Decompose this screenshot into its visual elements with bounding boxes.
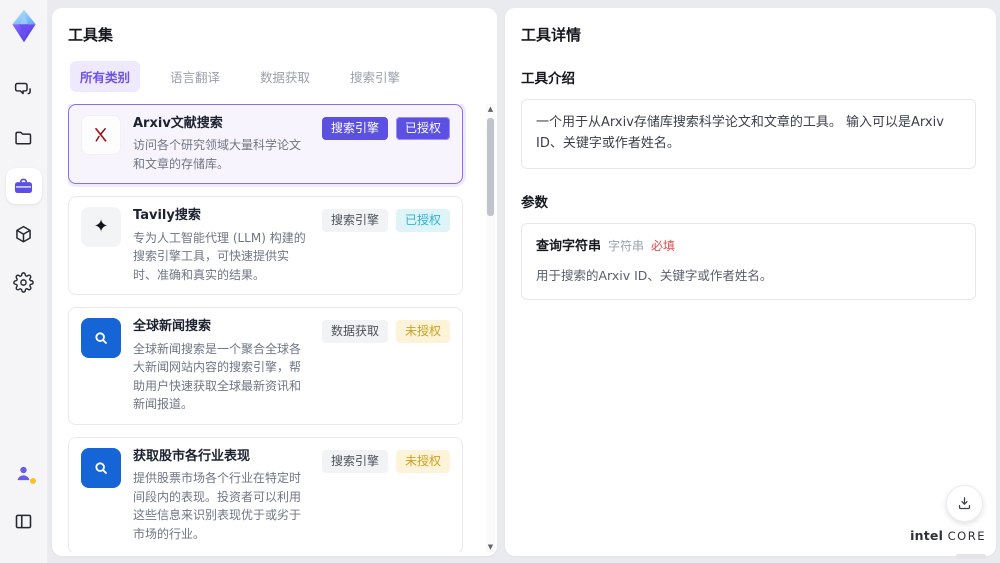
param-required-badge: 必填 (651, 238, 676, 253)
app-logo (6, 8, 42, 44)
left-rail (0, 0, 48, 563)
download-icon (958, 497, 971, 510)
tab-category-3[interactable]: 搜索引擎 (340, 61, 410, 92)
intro-text: 一个用于从Arxiv存储库搜索科学论文和文章的工具。 输入可以是Arxiv ID… (536, 115, 944, 151)
intro-heading: 工具介绍 (521, 71, 575, 87)
tool-list: Arxiv文献搜索 访问各个研究领域大量科学论文和文章的存储库。 搜索引擎 已授权 ✦ T… (68, 104, 483, 552)
search-blue-icon (81, 318, 121, 359)
param-name: 查询字符串 (536, 238, 602, 254)
tool-description: 访问各个研究领域大量科学论文和文章的存储库。 (133, 138, 302, 171)
gear-icon (13, 271, 34, 293)
tab-category-2[interactable]: 数据获取 (250, 61, 320, 92)
scroll-up-arrow[interactable]: ▲ (486, 104, 495, 114)
tool-category-badge: 搜索引擎 (321, 117, 388, 140)
page-title: 工具集 (68, 26, 114, 44)
chat-icon (14, 82, 31, 94)
tool-card[interactable]: 获取股市各行业表现提供股票市场各个行业在特定时间段内的表现。投资者可以利用这些信… (68, 436, 463, 552)
tool-category-badge: 搜索引擎 (321, 209, 388, 233)
intro-box: 一个用于从Arxiv存储库搜索科学论文和文章的工具。 输入可以是Arxiv ID… (521, 99, 976, 169)
tool-title: 获取股市各行业表现 (133, 448, 251, 464)
detail-title: 工具详情 (521, 26, 582, 44)
sidebar-item-toolbox[interactable] (5, 168, 42, 204)
tool-description: 提供股票市场各个行业在特定时间段内的表现。投资者可以利用这些信息来识别表现优于或… (133, 471, 302, 541)
tool-status-badge: 未授权 (395, 449, 450, 473)
tool-category-badge: 搜索引擎 (321, 449, 388, 473)
toolbox-icon (14, 178, 33, 193)
scrollbar-thumb[interactable] (487, 118, 494, 216)
search-blue-icon (81, 447, 121, 488)
brand-sub-mark (956, 554, 986, 559)
tool-title: 全球新闻搜索 (133, 319, 212, 335)
tool-status-badge: 未授权 (395, 320, 450, 344)
tool-title: Arxiv文献搜索 (133, 116, 223, 131)
params-heading: 参数 (521, 194, 548, 211)
arxiv-icon (81, 115, 121, 155)
tool-title: Tavily搜索 (133, 208, 201, 224)
download-button[interactable] (946, 485, 983, 522)
sidebar-item-cube[interactable] (6, 216, 42, 252)
sidebar-item-folder[interactable] (6, 120, 42, 156)
tab-category-0[interactable]: 所有类别 (70, 61, 141, 92)
tool-category-badge: 数据获取 (321, 320, 388, 344)
tab-category-1[interactable]: 语言翻译 (160, 61, 230, 92)
tool-description: 专为人工智能代理 (LLM) 构建的搜索引擎工具，可快速提供实时、准确和真实的结… (133, 230, 306, 282)
category-tabs: 所有类别 语言翻译 数据获取 搜索引擎 (70, 61, 483, 92)
tool-card[interactable]: Arxiv文献搜索访问各个研究领域大量科学论文和文章的存储库。 搜索引擎 已授权 (68, 104, 463, 185)
param-box: 查询字符串 字符串 必填 用于搜索的Arxiv ID、关键字或作者姓名。 (521, 222, 976, 301)
tool-collection-panel: 工具集 所有类别 语言翻译 数据获取 搜索引擎 Arxiv文献搜索 访问各个研究领域大量… (52, 8, 497, 556)
tool-card[interactable]: 全球新闻搜索全球新闻搜索是一个聚合全球各大新闻网站内容的搜索引擎，帮助用户快速获… (68, 307, 463, 425)
tool-description: 全球新闻搜索是一个聚合全球各大新闻网站内容的搜索引擎，帮助用户快速获取全球最新资… (133, 341, 302, 412)
brand-intel: intel (910, 528, 944, 544)
sidebar-item-chat[interactable] (6, 72, 42, 108)
intel-core-logo: intel CORE (910, 528, 986, 559)
sidebar-item-user[interactable] (6, 455, 42, 491)
scroll-down-arrow[interactable]: ▼ (486, 542, 495, 552)
tool-status-badge: 已授权 (395, 117, 450, 140)
scrollbar[interactable]: ▲ ▼ (486, 104, 495, 552)
panel-toggle-icon (15, 514, 32, 528)
param-description: 用于搜索的Arxiv ID、关键字或作者姓名。 (536, 268, 773, 284)
cube-icon (16, 225, 31, 243)
user-status-dot (29, 478, 36, 484)
folder-icon (15, 131, 32, 144)
tool-status-badge: 已授权 (395, 209, 450, 233)
star-icon: ✦ (81, 207, 121, 248)
brand-core: CORE (947, 529, 986, 544)
param-type: 字符串 (608, 238, 645, 253)
sidebar-item-panel-toggle[interactable] (6, 503, 42, 539)
tool-detail-panel: 工具详情 工具介绍 一个用于从Arxiv存储库搜索科学论文和文章的工具。 输入可… (505, 8, 996, 556)
sidebar-item-gear[interactable] (6, 264, 42, 300)
tool-card[interactable]: ✦ Tavily搜索专为人工智能代理 (LLM) 构建的搜索引擎工具，可快速提供实… (68, 196, 463, 296)
